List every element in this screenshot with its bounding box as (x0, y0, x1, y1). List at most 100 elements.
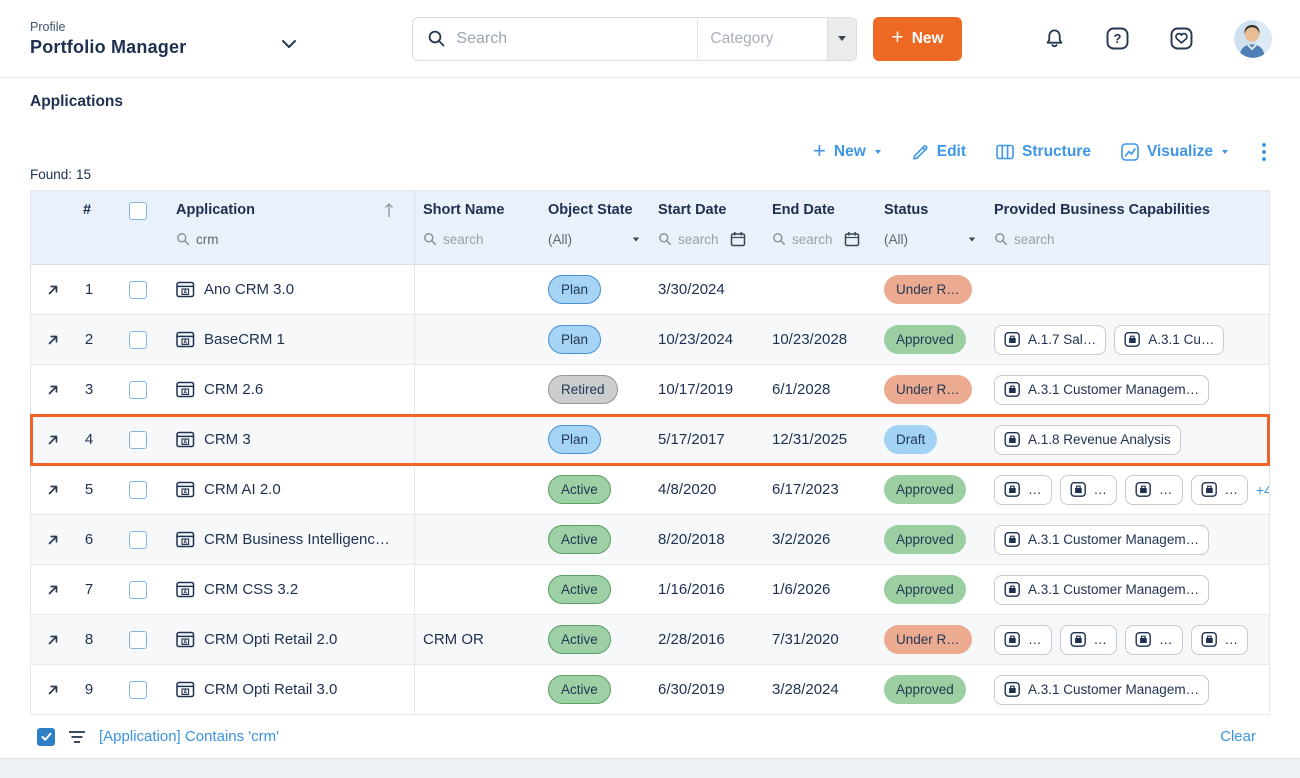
open-fact-sheet-icon[interactable] (45, 482, 61, 498)
search-input[interactable] (456, 30, 697, 48)
open-fact-sheet-icon[interactable] (45, 382, 61, 398)
capability-chip[interactable]: … (1060, 625, 1118, 655)
applied-filter-label[interactable]: [Application] Contains 'crm' (99, 728, 279, 745)
row-checkbox[interactable] (129, 681, 147, 699)
toolbar-visualize-button[interactable]: Visualize (1121, 143, 1228, 161)
column-header-application: Application (166, 191, 415, 264)
toolbar-structure-button[interactable]: Structure (996, 143, 1091, 161)
calendar-icon[interactable] (730, 231, 746, 247)
more-capabilities-link[interactable]: +4 (1256, 482, 1269, 498)
application-name[interactable]: Ano CRM 3.0 (204, 281, 294, 298)
more-actions-button[interactable] (1258, 141, 1270, 163)
application-name[interactable]: CRM Business Intelligenc… (204, 531, 390, 548)
select-all-checkbox-cell (110, 191, 166, 264)
caret-down-icon (838, 36, 846, 41)
application-name[interactable]: CRM 3 (204, 431, 251, 448)
table-row[interactable]: 4 A CRM 3 Plan 5/17/2017 12/31/2025 Draf… (31, 415, 1269, 465)
row-checkbox[interactable] (129, 281, 147, 299)
filter-capabilities-input[interactable] (1014, 232, 1144, 247)
capability-chip[interactable]: … (1125, 625, 1183, 655)
table-row[interactable]: 6 A CRM Business Intelligenc… Active 8/2… (31, 515, 1269, 565)
capability-chip[interactable]: A.3.1 Cu… (1114, 325, 1224, 355)
svg-text:A: A (183, 490, 187, 496)
capability-chip[interactable]: … (1060, 475, 1118, 505)
filter-application-input[interactable] (196, 232, 346, 247)
category-select[interactable]: Category (697, 18, 827, 60)
row-checkbox[interactable] (129, 581, 147, 599)
open-fact-sheet-icon[interactable] (45, 332, 61, 348)
capability-chip[interactable]: A.3.1 Customer Managem… (994, 675, 1209, 705)
filter-active-checkbox[interactable] (37, 728, 55, 746)
filter-status-select[interactable]: (All) (884, 232, 976, 247)
application-icon: A (176, 331, 195, 348)
application-name[interactable]: BaseCRM 1 (204, 331, 285, 348)
capability-chip[interactable]: A.3.1 Customer Managem… (994, 525, 1209, 555)
application-name[interactable]: CRM Opti Retail 3.0 (204, 681, 337, 698)
open-fact-sheet-icon[interactable] (45, 282, 61, 298)
open-fact-sheet-icon[interactable] (45, 582, 61, 598)
column-header-status: Status (All) (876, 191, 986, 264)
notifications-button[interactable] (1044, 28, 1065, 49)
row-checkbox[interactable] (129, 531, 147, 549)
capability-icon (1135, 631, 1152, 648)
capability-chip[interactable]: … (994, 625, 1052, 655)
table-row[interactable]: 5 A CRM AI 2.0 Active 4/8/2020 6/17/2023… (31, 465, 1269, 515)
plus-icon: + (891, 27, 903, 48)
capabilities-cell: … … … … +4 (986, 475, 1269, 505)
table-row[interactable]: 9 A CRM Opti Retail 3.0 Active 6/30/2019… (31, 665, 1269, 715)
capability-chip[interactable]: A.1.7 Sal… (994, 325, 1106, 355)
row-checkbox[interactable] (129, 381, 147, 399)
table-row[interactable]: 3 A CRM 2.6 Retired 10/17/2019 6/1/2028 … (31, 365, 1269, 415)
category-dropdown-button[interactable] (827, 18, 856, 60)
avatar[interactable] (1234, 20, 1272, 58)
table-row[interactable]: 2 A BaseCRM 1 Plan 10/23/2024 10/23/2028… (31, 315, 1269, 365)
filter-object-state-select[interactable]: (All) (548, 232, 640, 247)
clear-filter-link[interactable]: Clear (1220, 728, 1256, 745)
capability-chip[interactable]: … (1191, 625, 1249, 655)
row-checkbox[interactable] (129, 481, 147, 499)
application-icon: A (176, 281, 195, 298)
row-checkbox[interactable] (129, 631, 147, 649)
select-all-checkbox[interactable] (129, 202, 147, 220)
status-pill: Under R… (884, 625, 972, 654)
capability-chip[interactable]: A.3.1 Customer Managem… (994, 375, 1209, 405)
row-checkbox[interactable] (129, 431, 147, 449)
help-button[interactable]: ? (1106, 27, 1129, 50)
application-name[interactable]: CRM CSS 3.2 (204, 581, 298, 598)
calendar-icon[interactable] (844, 231, 860, 247)
sort-ascending-icon[interactable] (384, 202, 394, 218)
capability-chip[interactable]: A.3.1 Customer Managem… (994, 575, 1209, 605)
capability-chip[interactable]: … (1125, 475, 1183, 505)
application-name[interactable]: CRM Opti Retail 2.0 (204, 631, 337, 648)
open-fact-sheet-icon[interactable] (45, 632, 61, 648)
row-checkbox[interactable] (129, 331, 147, 349)
start-date: 10/23/2024 (650, 331, 764, 348)
filter-end-date-input[interactable] (792, 232, 838, 247)
favorites-button[interactable] (1170, 27, 1193, 50)
table-row[interactable]: 7 A CRM CSS 3.2 Active 1/16/2016 1/6/202… (31, 565, 1269, 615)
capability-chip[interactable]: … (994, 475, 1052, 505)
profile-switcher[interactable]: Profile Portfolio Manager (30, 20, 186, 58)
capability-chip[interactable]: … (1191, 475, 1249, 505)
start-date: 3/30/2024 (650, 281, 764, 298)
filter-start-date-input[interactable] (678, 232, 724, 247)
svg-text:A: A (183, 640, 187, 646)
open-fact-sheet-icon[interactable] (45, 682, 61, 698)
end-date: 12/31/2025 (764, 431, 876, 448)
open-fact-sheet-icon[interactable] (45, 432, 61, 448)
application-name[interactable]: CRM AI 2.0 (204, 481, 281, 498)
toolbar-edit-button[interactable]: Edit (911, 143, 966, 161)
toolbar-new-button[interactable]: + New (813, 143, 881, 162)
application-name[interactable]: CRM 2.6 (204, 381, 263, 398)
application-icon: A (176, 581, 195, 598)
status-pill: Approved (884, 675, 966, 704)
filter-short-name-input[interactable] (443, 232, 513, 247)
table-row[interactable]: 1 A Ano CRM 3.0 Plan 3/30/2024 Under R… (31, 265, 1269, 315)
new-button[interactable]: + New (873, 17, 961, 61)
table-row[interactable]: 8 A CRM Opti Retail 2.0 CRM OR Active 2/… (31, 615, 1269, 665)
search-icon (772, 232, 786, 246)
svg-text:A: A (183, 290, 187, 296)
applied-filter-bar: [Application] Contains 'crm' Clear (0, 715, 1300, 758)
capability-chip[interactable]: A.1.8 Revenue Analysis (994, 425, 1181, 455)
open-fact-sheet-icon[interactable] (45, 532, 61, 548)
